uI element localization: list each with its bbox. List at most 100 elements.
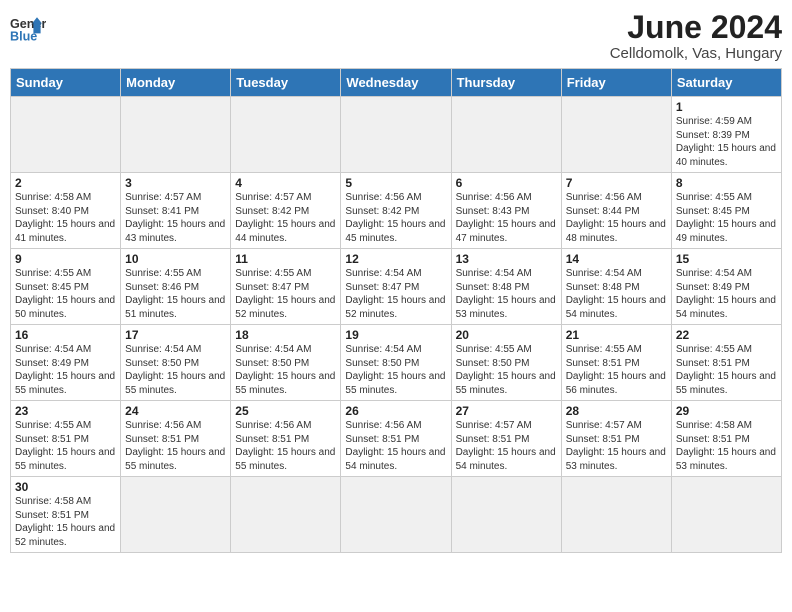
- day-info: Sunrise: 4:55 AM Sunset: 8:46 PM Dayligh…: [125, 267, 226, 321]
- calendar-cell: [671, 477, 781, 553]
- calendar-week-5: 30Sunrise: 4:58 AM Sunset: 8:51 PM Dayli…: [11, 477, 782, 553]
- day-info: Sunrise: 4:55 AM Sunset: 8:51 PM Dayligh…: [566, 343, 667, 397]
- day-number: 16: [15, 328, 116, 342]
- day-info: Sunrise: 4:54 AM Sunset: 8:50 PM Dayligh…: [125, 343, 226, 397]
- calendar-cell: 29Sunrise: 4:58 AM Sunset: 8:51 PM Dayli…: [671, 401, 781, 477]
- day-info: Sunrise: 4:56 AM Sunset: 8:51 PM Dayligh…: [235, 419, 336, 473]
- day-info: Sunrise: 4:57 AM Sunset: 8:42 PM Dayligh…: [235, 191, 336, 245]
- calendar-cell: 11Sunrise: 4:55 AM Sunset: 8:47 PM Dayli…: [231, 249, 341, 325]
- calendar-week-4: 23Sunrise: 4:55 AM Sunset: 8:51 PM Dayli…: [11, 401, 782, 477]
- day-number: 25: [235, 404, 336, 418]
- calendar-cell: 4Sunrise: 4:57 AM Sunset: 8:42 PM Daylig…: [231, 173, 341, 249]
- day-number: 18: [235, 328, 336, 342]
- day-number: 30: [15, 480, 116, 494]
- day-info: Sunrise: 4:56 AM Sunset: 8:51 PM Dayligh…: [125, 419, 226, 473]
- calendar-cell: 28Sunrise: 4:57 AM Sunset: 8:51 PM Dayli…: [561, 401, 671, 477]
- calendar-cell: [121, 97, 231, 173]
- day-number: 14: [566, 252, 667, 266]
- day-number: 11: [235, 252, 336, 266]
- day-info: Sunrise: 4:55 AM Sunset: 8:51 PM Dayligh…: [15, 419, 116, 473]
- day-info: Sunrise: 4:56 AM Sunset: 8:42 PM Dayligh…: [345, 191, 446, 245]
- day-number: 5: [345, 176, 446, 190]
- calendar-cell: 8Sunrise: 4:55 AM Sunset: 8:45 PM Daylig…: [671, 173, 781, 249]
- day-info: Sunrise: 4:56 AM Sunset: 8:51 PM Dayligh…: [345, 419, 446, 473]
- calendar-cell: 12Sunrise: 4:54 AM Sunset: 8:47 PM Dayli…: [341, 249, 451, 325]
- calendar-cell: [561, 477, 671, 553]
- day-number: 6: [456, 176, 557, 190]
- page-header: General Blue June 2024 Celldomolk, Vas, …: [10, 10, 782, 62]
- day-number: 10: [125, 252, 226, 266]
- calendar-cell: [231, 97, 341, 173]
- day-info: Sunrise: 4:55 AM Sunset: 8:47 PM Dayligh…: [235, 267, 336, 321]
- calendar-cell: 16Sunrise: 4:54 AM Sunset: 8:49 PM Dayli…: [11, 325, 121, 401]
- logo-icon: General Blue: [10, 10, 46, 46]
- calendar-cell: [231, 477, 341, 553]
- calendar-cell: 3Sunrise: 4:57 AM Sunset: 8:41 PM Daylig…: [121, 173, 231, 249]
- day-number: 2: [15, 176, 116, 190]
- calendar-cell: 7Sunrise: 4:56 AM Sunset: 8:44 PM Daylig…: [561, 173, 671, 249]
- day-info: Sunrise: 4:57 AM Sunset: 8:51 PM Dayligh…: [456, 419, 557, 473]
- day-info: Sunrise: 4:58 AM Sunset: 8:40 PM Dayligh…: [15, 191, 116, 245]
- day-info: Sunrise: 4:54 AM Sunset: 8:50 PM Dayligh…: [235, 343, 336, 397]
- calendar-cell: [561, 97, 671, 173]
- day-info: Sunrise: 4:57 AM Sunset: 8:41 PM Dayligh…: [125, 191, 226, 245]
- calendar-cell: 2Sunrise: 4:58 AM Sunset: 8:40 PM Daylig…: [11, 173, 121, 249]
- day-number: 20: [456, 328, 557, 342]
- calendar-cell: [451, 477, 561, 553]
- calendar-header-row: SundayMondayTuesdayWednesdayThursdayFrid…: [11, 69, 782, 97]
- calendar-cell: 15Sunrise: 4:54 AM Sunset: 8:49 PM Dayli…: [671, 249, 781, 325]
- day-info: Sunrise: 4:58 AM Sunset: 8:51 PM Dayligh…: [676, 419, 777, 473]
- day-number: 19: [345, 328, 446, 342]
- calendar-cell: 14Sunrise: 4:54 AM Sunset: 8:48 PM Dayli…: [561, 249, 671, 325]
- day-number: 26: [345, 404, 446, 418]
- day-info: Sunrise: 4:57 AM Sunset: 8:51 PM Dayligh…: [566, 419, 667, 473]
- calendar-cell: 19Sunrise: 4:54 AM Sunset: 8:50 PM Dayli…: [341, 325, 451, 401]
- header-day-saturday: Saturday: [671, 69, 781, 97]
- day-number: 23: [15, 404, 116, 418]
- calendar-cell: [11, 97, 121, 173]
- day-info: Sunrise: 4:56 AM Sunset: 8:43 PM Dayligh…: [456, 191, 557, 245]
- day-info: Sunrise: 4:54 AM Sunset: 8:49 PM Dayligh…: [676, 267, 777, 321]
- day-info: Sunrise: 4:59 AM Sunset: 8:39 PM Dayligh…: [676, 115, 777, 169]
- calendar-cell: 10Sunrise: 4:55 AM Sunset: 8:46 PM Dayli…: [121, 249, 231, 325]
- calendar-cell: [451, 97, 561, 173]
- day-number: 12: [345, 252, 446, 266]
- calendar-cell: 9Sunrise: 4:55 AM Sunset: 8:45 PM Daylig…: [11, 249, 121, 325]
- day-number: 24: [125, 404, 226, 418]
- calendar-body: 1Sunrise: 4:59 AM Sunset: 8:39 PM Daylig…: [11, 97, 782, 553]
- calendar-cell: 23Sunrise: 4:55 AM Sunset: 8:51 PM Dayli…: [11, 401, 121, 477]
- header-day-wednesday: Wednesday: [341, 69, 451, 97]
- header-day-friday: Friday: [561, 69, 671, 97]
- day-info: Sunrise: 4:54 AM Sunset: 8:49 PM Dayligh…: [15, 343, 116, 397]
- page-title: June 2024: [610, 10, 782, 45]
- day-number: 15: [676, 252, 777, 266]
- calendar-week-1: 2Sunrise: 4:58 AM Sunset: 8:40 PM Daylig…: [11, 173, 782, 249]
- calendar-cell: 21Sunrise: 4:55 AM Sunset: 8:51 PM Dayli…: [561, 325, 671, 401]
- calendar-cell: 25Sunrise: 4:56 AM Sunset: 8:51 PM Dayli…: [231, 401, 341, 477]
- day-info: Sunrise: 4:55 AM Sunset: 8:50 PM Dayligh…: [456, 343, 557, 397]
- calendar-week-0: 1Sunrise: 4:59 AM Sunset: 8:39 PM Daylig…: [11, 97, 782, 173]
- day-info: Sunrise: 4:54 AM Sunset: 8:47 PM Dayligh…: [345, 267, 446, 321]
- calendar-cell: 27Sunrise: 4:57 AM Sunset: 8:51 PM Dayli…: [451, 401, 561, 477]
- calendar-cell: 5Sunrise: 4:56 AM Sunset: 8:42 PM Daylig…: [341, 173, 451, 249]
- day-number: 1: [676, 100, 777, 114]
- day-info: Sunrise: 4:54 AM Sunset: 8:48 PM Dayligh…: [456, 267, 557, 321]
- day-info: Sunrise: 4:58 AM Sunset: 8:51 PM Dayligh…: [15, 495, 116, 549]
- day-info: Sunrise: 4:56 AM Sunset: 8:44 PM Dayligh…: [566, 191, 667, 245]
- day-number: 13: [456, 252, 557, 266]
- header-day-sunday: Sunday: [11, 69, 121, 97]
- calendar-cell: [121, 477, 231, 553]
- day-info: Sunrise: 4:55 AM Sunset: 8:45 PM Dayligh…: [15, 267, 116, 321]
- day-number: 22: [676, 328, 777, 342]
- day-info: Sunrise: 4:54 AM Sunset: 8:48 PM Dayligh…: [566, 267, 667, 321]
- calendar-cell: [341, 97, 451, 173]
- day-number: 27: [456, 404, 557, 418]
- header-day-thursday: Thursday: [451, 69, 561, 97]
- day-number: 3: [125, 176, 226, 190]
- day-info: Sunrise: 4:55 AM Sunset: 8:45 PM Dayligh…: [676, 191, 777, 245]
- title-block: June 2024 Celldomolk, Vas, Hungary: [610, 10, 782, 62]
- day-number: 29: [676, 404, 777, 418]
- day-info: Sunrise: 4:55 AM Sunset: 8:51 PM Dayligh…: [676, 343, 777, 397]
- calendar-cell: 24Sunrise: 4:56 AM Sunset: 8:51 PM Dayli…: [121, 401, 231, 477]
- calendar-week-2: 9Sunrise: 4:55 AM Sunset: 8:45 PM Daylig…: [11, 249, 782, 325]
